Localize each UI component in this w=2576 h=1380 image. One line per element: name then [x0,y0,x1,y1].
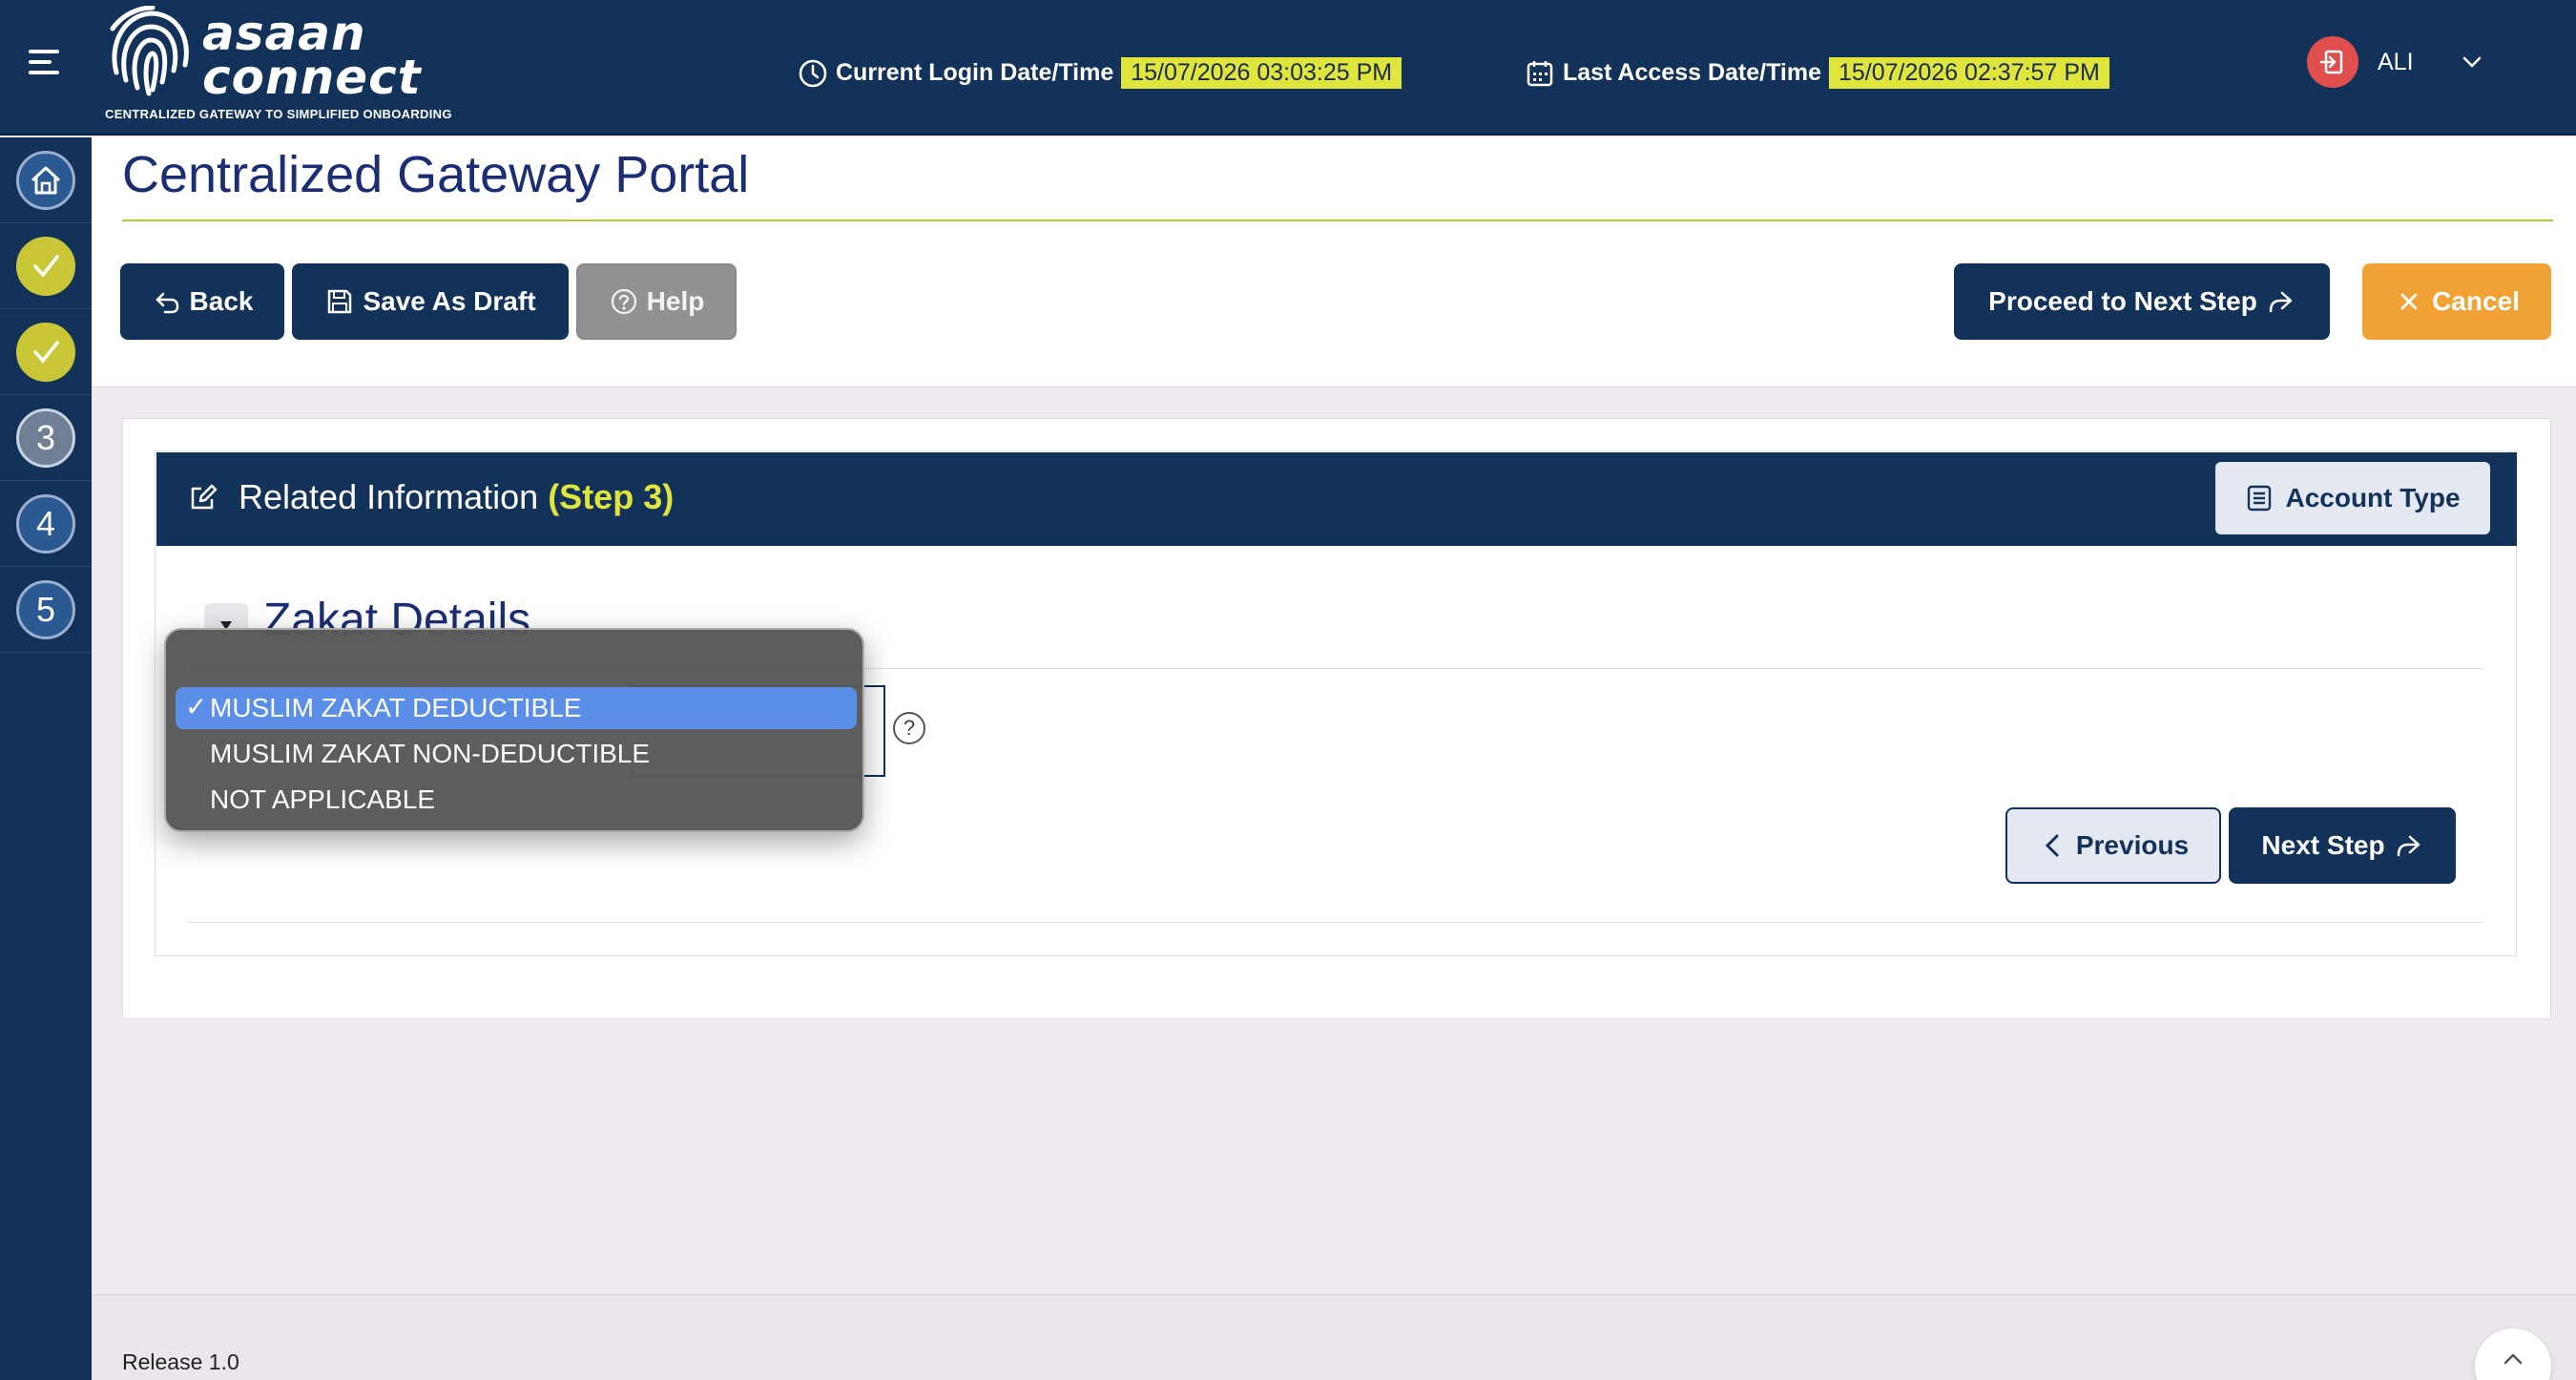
back-arrow-icon [155,292,178,314]
chevron-left-icon [2045,834,2059,857]
cancel-button[interactable]: Cancel [2362,263,2551,340]
sidebar-item-step-1[interactable] [0,223,92,309]
title-divider [122,220,2553,221]
footer [92,1294,2576,1380]
check-icon [16,322,75,382]
previous-button[interactable]: Previous [2005,807,2221,884]
top-header: asaan connect CENTRALIZED GATEWAY TO SIM… [0,0,2576,136]
current-login-info: Current Login Date/Time 15/07/2026 03:03… [798,57,1402,89]
page-title: Centralized Gateway Portal [122,146,750,203]
share-arrow-icon [2397,835,2420,857]
chevron-down-icon[interactable] [2460,50,2484,74]
login-value: 15/07/2026 03:03:25 PM [1121,57,1402,89]
sidebar-item-step-4[interactable]: 4 [0,481,92,567]
check-icon [16,236,75,296]
floppy-disk-icon [328,289,352,314]
share-arrow-icon [2269,291,2293,313]
dropdown-option[interactable]: MUSLIM ZAKAT NON-DEDUCTIBLE [176,733,857,775]
hamburger-menu-icon[interactable] [29,50,63,84]
logout-icon[interactable] [2307,36,2358,88]
edit-icon [191,484,218,510]
step-3-number: 3 [16,408,75,468]
access-label: Last Access Date/Time [1563,59,1821,86]
sidebar-item-step-3[interactable]: 3 [0,395,92,481]
question-help-icon[interactable]: ? [893,712,925,744]
proceed-next-step-button[interactable]: Proceed to Next Step [1954,263,2330,340]
save-as-draft-button[interactable]: Save As Draft [292,263,569,340]
account-type-button[interactable]: Account Type [2215,462,2490,534]
login-label: Current Login Date/Time [836,59,1114,86]
fingerprint-icon [110,6,189,96]
checkmark-icon: ✓ [185,692,208,721]
calendar-icon [1527,60,1553,86]
dropdown-option[interactable]: NOT APPLICABLE [176,779,857,821]
back-button[interactable]: Back [120,263,284,340]
logo-tagline: CENTRALIZED GATEWAY TO SIMPLIFIED ONBOAR… [105,107,452,121]
help-button[interactable]: Help [576,263,737,340]
last-access-info: Last Access Date/Time 15/07/2026 02:37:5… [1525,57,2109,89]
sidebar-item-home[interactable] [0,137,92,223]
user-menu[interactable]: ALI [2307,36,2484,88]
step-sidebar: 3 4 5 [0,137,92,1380]
close-icon [2400,293,2418,310]
user-name: ALI [2378,48,2414,75]
panel-step-label: (Step 3) [548,477,675,516]
sidebar-item-step-2[interactable] [0,309,92,395]
sidebar-item-step-5[interactable]: 5 [0,567,92,653]
list-icon [2248,485,2272,512]
access-value: 15/07/2026 02:37:57 PM [1828,57,2109,89]
next-step-button[interactable]: Next Step [2229,807,2456,884]
asaan-connect-logo[interactable]: asaan connect CENTRALIZED GATEWAY TO SIM… [103,6,451,126]
release-version: Release 1.0 [122,1349,239,1374]
step-5-number: 5 [16,579,75,639]
home-icon [16,150,75,210]
question-circle-icon [611,288,636,315]
dropdown-option[interactable]: ✓ MUSLIM ZAKAT DEDUCTIBLE [176,687,857,729]
panel-title: Related Information (Step 3) [187,477,674,517]
step-4-number: 4 [16,493,75,554]
logo-wordmark: asaan connect [202,6,422,105]
chevron-up-icon [2503,1353,2523,1365]
clock-icon [799,59,827,87]
zakat-options-dropdown[interactable]: ✓ MUSLIM ZAKAT DEDUCTIBLE MUSLIM ZAKAT N… [164,628,864,832]
panel-bottom-divider [187,922,2484,923]
